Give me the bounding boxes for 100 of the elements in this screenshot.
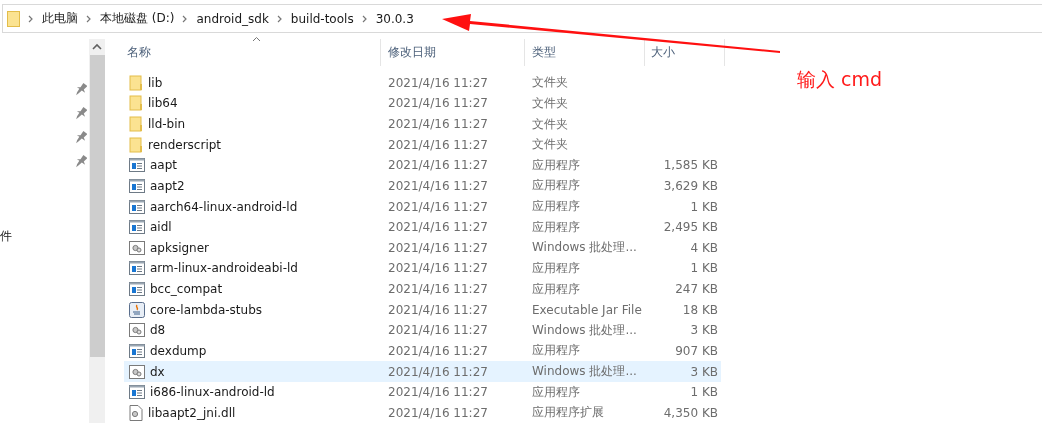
chevron-icon [86,14,92,23]
file-size: 907 KB [675,343,718,358]
application-icon [129,343,145,358]
file-row[interactable]: dexdump 2021/4/16 11:27 应用程序 907 KB [124,340,721,362]
file-row[interactable]: d8 2021/4/16 11:27 Windows 批处理... 3 KB [124,320,721,341]
modified-date: 2021/4/16 11:27 [388,261,488,276]
modified-date: 2021/4/16 11:27 [388,158,488,173]
file-size: 1,585 KB [663,158,718,173]
file-type: 文件夹 [532,136,568,154]
file-name: lld-bin [148,117,186,132]
file-type: 应用程序 [532,383,580,401]
file-size: 1 KB [690,199,718,214]
file-row[interactable]: libaapt2_jni.dll 2021/4/16 11:27 应用程序扩展 4,350 KB [124,402,721,423]
file-size: 3 KB [690,323,718,338]
file-row[interactable]: arm-linux-androideabi-ld 2021/4/16 11:27 应用程序 1 KB [124,258,721,279]
file-size: 1 KB [690,385,718,400]
file-name: arm-linux-androideabi-ld [150,261,298,276]
file-row[interactable]: lib 2021/4/16 11:27 文件夹 [124,72,721,94]
modified-date: 2021/4/16 11:27 [388,220,488,235]
breadcrumb-item[interactable]: build-tools [290,11,354,26]
file-size: 3 KB [690,364,718,379]
file-type: 应用程序 [532,342,580,360]
file-row[interactable]: bcc_compat 2021/4/16 11:27 应用程序 247 KB [124,278,721,300]
modified-date: 2021/4/16 11:27 [388,302,488,317]
annotation-text: 输入 cmd [797,67,883,92]
file-row[interactable]: renderscript 2021/4/16 11:27 文件夹 [124,134,721,155]
modified-date: 2021/4/16 11:27 [388,117,488,132]
modified-date: 2021/4/16 11:27 [388,96,488,111]
modified-date: 2021/4/16 11:27 [388,240,488,255]
chevron-icon [28,14,34,23]
pin-icon[interactable] [75,154,87,170]
file-name: aidl [150,220,172,235]
application-icon [129,158,145,173]
file-name: core-lambda-stubs [150,302,263,317]
nav-item[interactable]: 件 [0,228,12,245]
address-bar[interactable]: 此电脑 本地磁盘 (D:) android_sdk build-tools 30.0.3 [2,4,1042,33]
file-type: 应用程序扩展 [532,404,604,422]
file-row[interactable]: apksigner 2021/4/16 11:27 Windows 批处理... 4 KB [124,237,721,259]
file-row[interactable]: aapt 2021/4/16 11:27 应用程序 1,585 KB [124,155,721,176]
chevron-icon [361,14,368,23]
application-icon [129,282,145,297]
file-type: 文件夹 [532,115,568,133]
file-row[interactable]: i686-linux-android-ld 2021/4/16 11:27 应用程序 1 KB [124,381,721,403]
breadcrumb-item[interactable]: 本地磁盘 (D:) [100,10,175,27]
modified-date: 2021/4/16 11:27 [388,323,488,338]
file-type: 文件夹 [532,74,568,92]
file-size: 4,350 KB [663,405,718,420]
file-type: 应用程序 [532,198,580,216]
sort-caret-icon [252,36,261,42]
pin-icon[interactable] [75,82,87,98]
file-name: dx [150,364,165,379]
application-icon [129,199,145,214]
breadcrumb-item[interactable]: android_sdk [196,11,269,26]
file-size: 18 KB [682,302,718,317]
modified-date: 2021/4/16 11:27 [388,343,488,358]
application-icon [129,385,145,400]
breadcrumb-item[interactable]: 此电脑 [42,10,78,27]
file-type: 应用程序 [532,218,580,236]
file-name: renderscript [148,137,222,152]
folder-icon [129,116,143,133]
file-size: 247 KB [675,282,718,297]
modified-date: 2021/4/16 11:27 [388,282,488,297]
file-type: Windows 批处理... [532,239,637,257]
file-name: libaapt2_jni.dll [148,405,236,420]
file-row[interactable]: dx 2021/4/16 11:27 Windows 批处理... 3 KB [124,361,721,382]
application-icon [129,220,145,235]
column-header[interactable]: 名称 [124,39,381,67]
chevron-icon [276,14,283,23]
file-row[interactable]: aidl 2021/4/16 11:27 应用程序 2,495 KB [124,216,721,238]
file-name: aapt2 [150,178,185,193]
modified-date: 2021/4/16 11:27 [388,137,488,152]
file-name: lib [148,75,163,90]
file-row[interactable]: lib64 2021/4/16 11:27 文件夹 [124,93,721,114]
file-size: 1 KB [690,261,718,276]
scroll-thumb[interactable] [89,55,105,357]
file-type: Windows 批处理... [532,363,637,381]
breadcrumb-item[interactable]: 30.0.3 [375,11,414,26]
chevron-icon [182,14,189,23]
file-row[interactable]: lld-bin 2021/4/16 11:27 文件夹 [124,113,721,135]
file-name: lib64 [148,96,178,111]
file-row[interactable]: aapt2 2021/4/16 11:27 应用程序 3,629 KB [124,175,721,197]
column-header[interactable]: 修改日期 [381,39,525,67]
file-name: aapt [150,158,178,173]
file-name: dexdump [150,343,207,358]
application-icon [129,261,145,276]
pin-icon[interactable] [75,130,87,146]
folder-icon [129,136,143,153]
file-row[interactable]: aarch64-linux-android-ld 2021/4/16 11:27 应用程序 1 KB [124,196,721,217]
folder-icon [129,74,143,91]
file-name: i686-linux-android-ld [150,385,275,400]
file-type: 文件夹 [532,94,568,112]
gear-file-icon [129,364,145,379]
file-row[interactable]: core-lambda-stubs 2021/4/16 11:27 Executable Jar File 18 KB [124,299,721,320]
file-type: Executable Jar File [532,302,642,317]
gear-file-icon [129,240,145,255]
file-size: 4 KB [690,240,718,255]
file-name: bcc_compat [150,282,223,297]
pin-icon[interactable] [75,106,87,122]
scrollbar[interactable] [89,39,105,423]
modified-date: 2021/4/16 11:27 [388,178,488,193]
